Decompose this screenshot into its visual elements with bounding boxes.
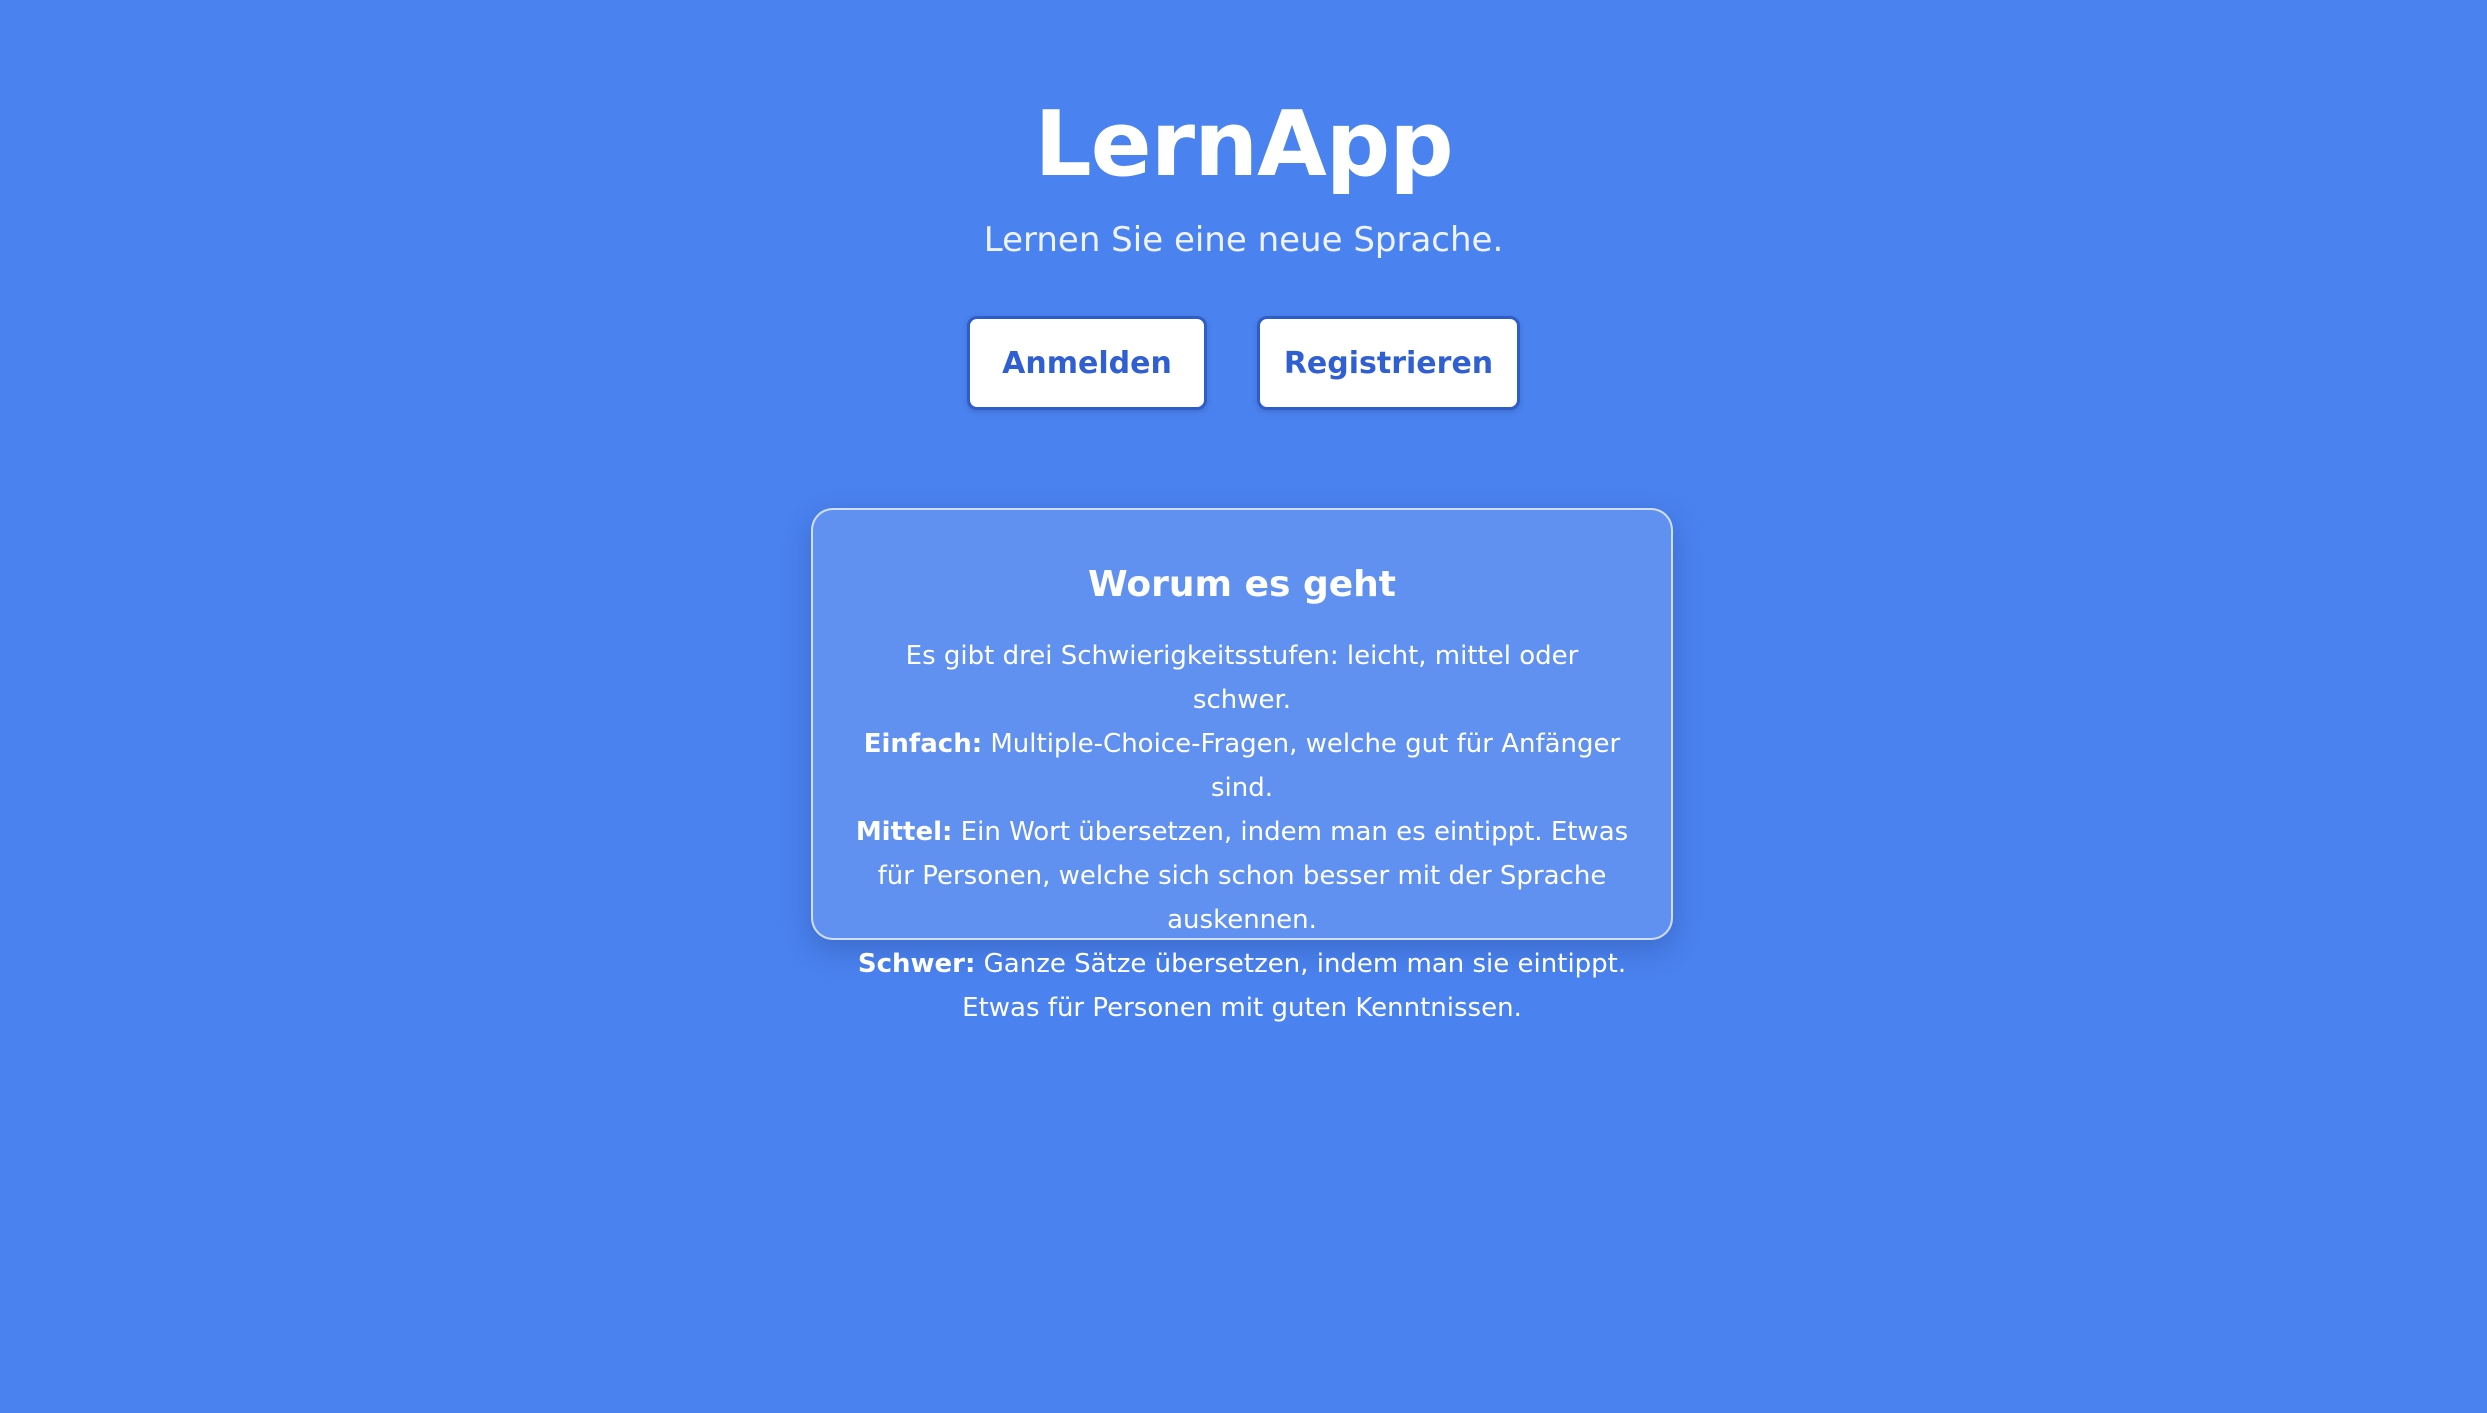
login-button[interactable]: Anmelden — [967, 316, 1207, 410]
level-medium-text: Ein Wort übersetzen, indem man es eintip… — [877, 817, 1629, 935]
app-title: LernApp — [1034, 92, 1453, 197]
difficulty-intro: Es gibt drei Schwierigkeitsstufen: leich… — [905, 641, 1579, 715]
info-card: Worum es geht Es gibt drei Schwierigkeit… — [811, 508, 1673, 1023]
app-subtitle: Lernen Sie eine neue Sprache. — [983, 220, 1504, 260]
landing-page: LernApp Lernen Sie eine neue Sprache. An… — [0, 0, 2487, 1413]
level-hard-name: Schwer: — [857, 949, 976, 979]
info-card-title: Worum es geht — [1088, 564, 1396, 605]
level-easy-text: Multiple-Choice-Fragen, welche gut für A… — [990, 729, 1621, 803]
auth-actions: Anmelden Registrieren — [0, 316, 2487, 410]
level-easy-name: Einfach: — [863, 729, 983, 759]
level-hard-text: Ganze Sätze übersetzen, indem man sie ei… — [962, 949, 1627, 1023]
info-card-text: Es gibt drei Schwierigkeitsstufen: leich… — [853, 634, 1631, 1030]
register-button[interactable]: Registrieren — [1257, 316, 1520, 410]
header: LernApp Lernen Sie eine neue Sprache. — [0, 80, 2487, 270]
level-medium-name: Mittel: — [855, 817, 953, 847]
